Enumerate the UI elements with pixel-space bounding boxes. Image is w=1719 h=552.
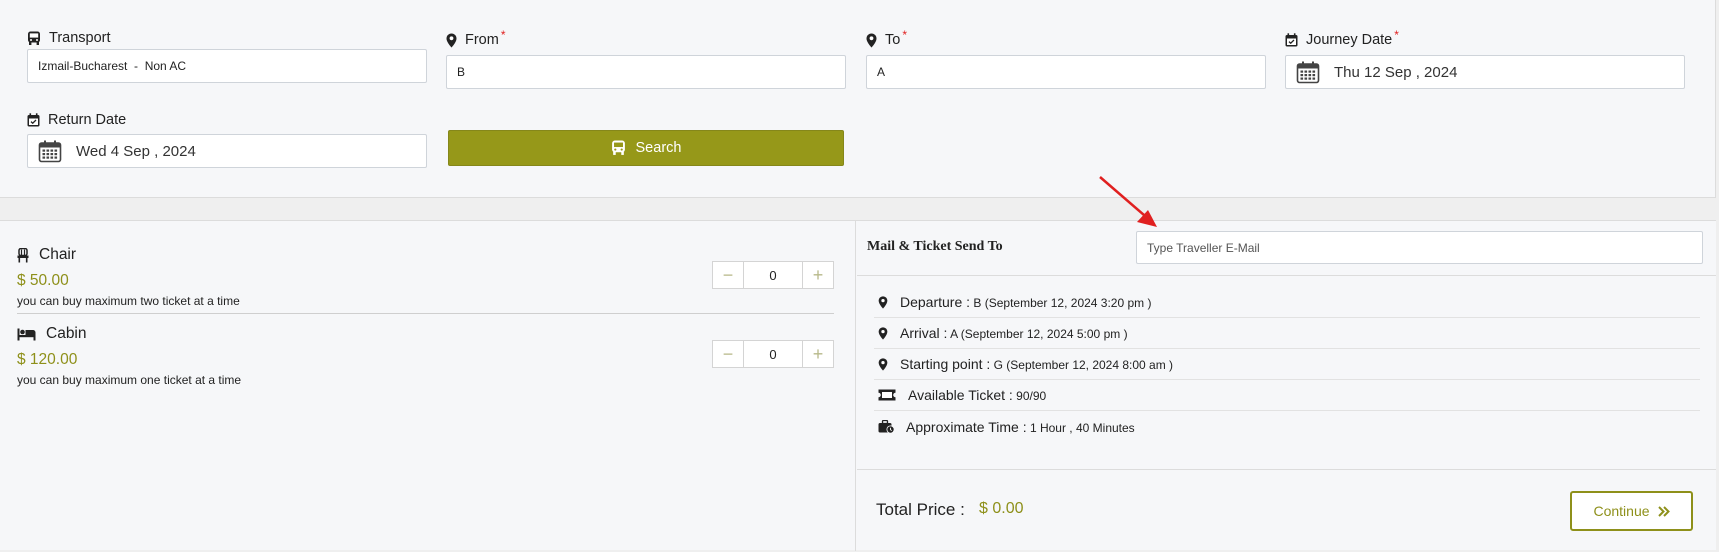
transport-label: Transport — [27, 27, 111, 49]
info-key: Available Ticket : — [908, 387, 1013, 403]
trip-info-list: Departure : B (September 12, 2024 3:20 p… — [874, 287, 1700, 442]
booking-section: Chair $ 50.00 you can buy maximum two ti… — [0, 220, 1716, 551]
chair-icon — [17, 247, 29, 263]
mail-row: Mail & Ticket Send To — [857, 221, 1716, 276]
from-input[interactable]: B — [446, 55, 846, 89]
bed-icon — [17, 328, 36, 341]
traveller-email-input[interactable] — [1136, 231, 1703, 264]
seat-note: you can buy maximum one ticket at a time — [17, 373, 242, 387]
required-mark: * — [500, 28, 506, 42]
journey-date-input[interactable]: Thu 12 Sep , 2024 — [1285, 55, 1685, 89]
info-key: Departure : — [900, 294, 971, 310]
return-date-label: Return Date — [27, 109, 126, 131]
info-value: 1 Hour , 40 Minutes — [1029, 420, 1135, 435]
transport-select[interactable]: Izmail-Bucharest - Non AC — [27, 49, 427, 83]
increment-button[interactable]: + — [803, 341, 833, 367]
bus-icon — [27, 31, 41, 46]
seat-note: you can buy maximum two ticket at a time — [17, 294, 240, 308]
seat-item-chair: Chair $ 50.00 you can buy maximum two ti… — [17, 243, 834, 308]
double-chevron-right-icon — [1657, 505, 1670, 517]
total-row: Total Price : $ 0.00 Continue — [857, 469, 1716, 551]
calendar-icon — [1296, 60, 1320, 84]
annotation-arrow — [1099, 176, 1157, 227]
map-pin-icon — [874, 295, 892, 309]
from-label: From * — [446, 28, 506, 51]
continue-button[interactable]: Continue — [1570, 491, 1693, 531]
increment-button[interactable]: + — [803, 262, 833, 288]
info-available-ticket: Available Ticket : 90/90 — [874, 380, 1700, 411]
info-key: Approximate Time : — [906, 418, 1027, 435]
seat-divider — [17, 313, 834, 314]
search-panel: Transport Izmail-Bucharest - Non AC From… — [0, 0, 1716, 198]
to-label: To * — [866, 28, 907, 51]
bus-icon — [611, 140, 626, 156]
return-date-input[interactable]: Wed 4 Sep , 2024 — [27, 134, 427, 168]
trip-summary: Mail & Ticket Send To Departure : B (Sep… — [857, 221, 1716, 551]
ticket-icon — [874, 389, 900, 401]
info-value: 90/90 — [1016, 389, 1047, 403]
required-mark: * — [902, 28, 907, 42]
info-value: G (September 12, 2024 8:00 am ) — [993, 358, 1174, 372]
required-mark: * — [1394, 28, 1399, 42]
quantity-stepper: − 0 + — [712, 340, 834, 368]
total-price-label: Total Price : — [876, 500, 965, 519]
quantity-stepper: − 0 + — [712, 261, 834, 289]
search-button[interactable]: Search — [448, 130, 844, 166]
info-key: Arrival : — [900, 325, 948, 341]
seat-item-cabin: Cabin $ 120.00 you can buy maximum one t… — [17, 322, 834, 387]
info-value: A (September 12, 2024 5:00 pm ) — [950, 327, 1128, 341]
quantity-value[interactable]: 0 — [743, 262, 803, 288]
map-pin-icon — [866, 33, 877, 48]
calendar-icon — [1285, 33, 1298, 47]
info-departure: Departure : B (September 12, 2024 3:20 p… — [874, 287, 1700, 318]
info-approximate-time: Approximate Time : 1 Hour , 40 Minutes — [874, 411, 1700, 442]
total-price-value: $ 0.00 — [979, 500, 1024, 517]
info-starting-point: Starting point : G (September 12, 2024 8… — [874, 349, 1700, 380]
decrement-button[interactable]: − — [713, 341, 743, 367]
mail-label: Mail & Ticket Send To — [867, 239, 1003, 254]
info-key: Starting point : — [900, 356, 991, 372]
info-arrival: Arrival : A (September 12, 2024 5:00 pm … — [874, 318, 1700, 349]
calendar-icon — [27, 113, 40, 127]
decrement-button[interactable]: − — [713, 262, 743, 288]
map-pin-icon — [874, 357, 892, 371]
map-pin-icon — [446, 33, 457, 48]
to-input[interactable]: A — [866, 55, 1266, 89]
journey-date-label: Journey Date * — [1285, 28, 1399, 51]
quantity-value[interactable]: 0 — [743, 341, 803, 367]
map-pin-icon — [874, 326, 892, 340]
info-value: B (September 12, 2024 3:20 pm ) — [973, 296, 1152, 310]
briefcase-clock-icon — [874, 419, 898, 434]
calendar-icon — [38, 139, 62, 163]
seat-list: Chair $ 50.00 you can buy maximum two ti… — [0, 221, 856, 551]
